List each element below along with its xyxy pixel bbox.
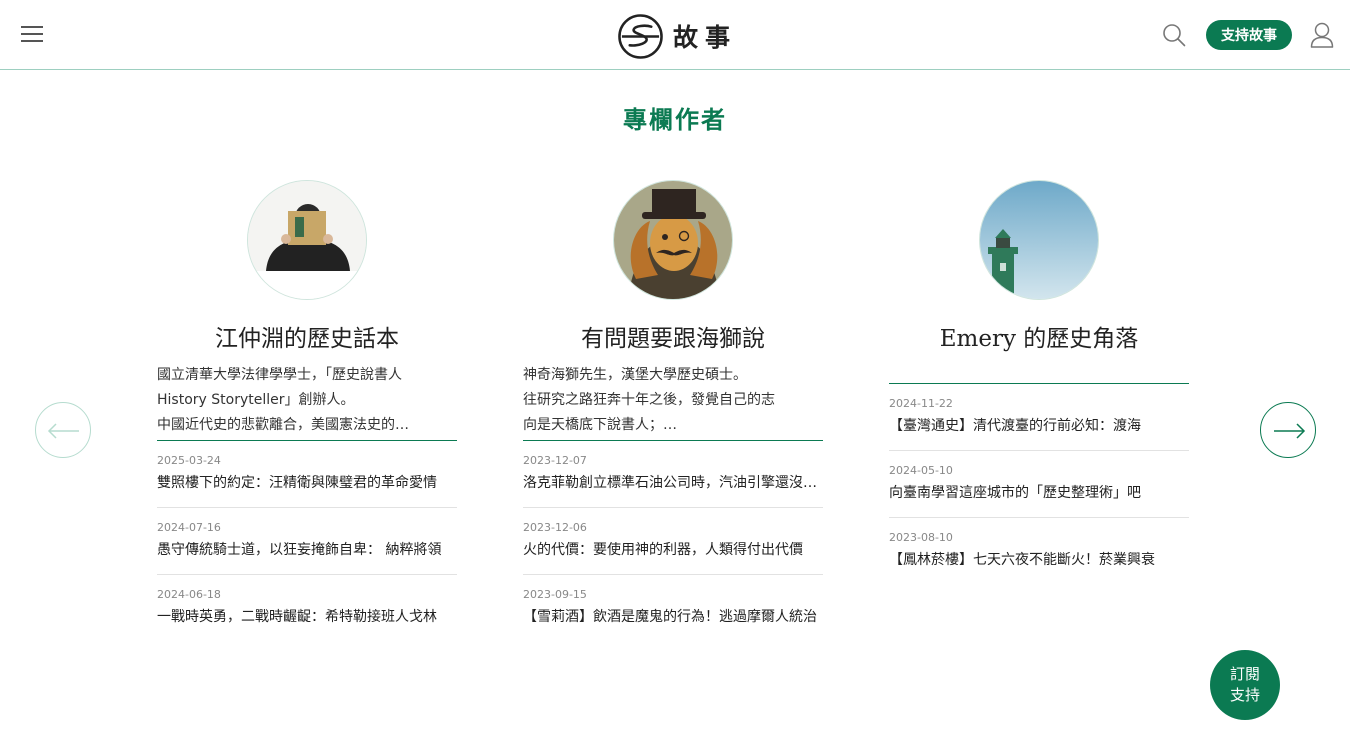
- article-headline[interactable]: 洛克菲勒創立標準石油公司時，汽油引擎還沒出現: [523, 472, 823, 492]
- article-item[interactable]: 2024-05-10 向臺南學習這座城市的「歷史整理術」吧: [889, 451, 1189, 518]
- author-illustration-sea-lion: [614, 181, 732, 299]
- author-photo-man-reading: [248, 181, 366, 299]
- article-headline[interactable]: 愚守傳統騎士道，以狂妄掩飾自卑： 納粹將領: [157, 539, 457, 559]
- carousel-prev-button[interactable]: [35, 402, 91, 458]
- article-item[interactable]: 2025-03-24 雙照樓下的約定：汪精衛與陳璧君的革命愛情: [157, 441, 457, 508]
- author-avatar[interactable]: [979, 180, 1099, 300]
- article-headline[interactable]: 向臺南學習這座城市的「歷史整理術」吧: [889, 482, 1189, 502]
- support-button[interactable]: 支持故事: [1206, 20, 1292, 50]
- site-header: 故事 支持故事: [0, 0, 1350, 70]
- bio-line: 中國近代史的悲歡離合，美國憲法史的…: [157, 417, 409, 433]
- arrow-right-icon: [1274, 423, 1306, 439]
- section-title: 專欄作者: [623, 105, 727, 134]
- article-headline[interactable]: 【鳳林菸樓】七天六夜不能斷火！菸業興衰: [889, 549, 1189, 569]
- bio-line: 神奇海獅先生，漢堡大學歷史碩士。: [523, 367, 747, 383]
- author-photo-lighthouse: [980, 181, 1098, 299]
- logo-text: 故事: [673, 23, 738, 52]
- article-headline[interactable]: 一戰時英勇，二戰時齷齪：希特勒接班人戈林: [157, 606, 457, 626]
- carousel-next-button[interactable]: [1260, 402, 1316, 458]
- bio-line: 國立清華大學法律學學士，「歷史說書人: [157, 367, 402, 383]
- author-column: 江仲淵的歷史話本 國立清華大學法律學學士，「歷史說書人 History Stor…: [157, 180, 457, 642]
- support-label: 支持: [1229, 686, 1260, 704]
- article-date: 2025-03-24: [157, 454, 221, 467]
- user-icon[interactable]: [1310, 22, 1334, 48]
- article-date: 2023-12-07: [523, 454, 587, 467]
- article-date: 2024-07-16: [157, 521, 221, 534]
- article-item[interactable]: 2024-07-16 愚守傳統騎士道，以狂妄掩飾自卑： 納粹將領: [157, 508, 457, 575]
- article-item[interactable]: 2024-06-18 一戰時英勇，二戰時齷齪：希特勒接班人戈林: [157, 575, 457, 642]
- article-date: 2023-12-06: [523, 521, 587, 534]
- article-date: 2023-09-15: [523, 588, 587, 601]
- article-headline[interactable]: 雙照樓下的約定：汪精衛與陳璧君的革命愛情: [157, 472, 457, 492]
- article-date: 2023-08-10: [889, 531, 953, 544]
- author-column: 有問題要跟海獅說 神奇海獅先生，漢堡大學歷史碩士。 往研究之路狂奔十年之後，發覺…: [523, 180, 823, 642]
- article-item[interactable]: 2024-11-22 【臺灣通史】清代渡臺的行前必知：渡海: [889, 384, 1189, 451]
- bio-line: History Storyteller」創辦人。: [157, 392, 355, 408]
- author-avatar[interactable]: [247, 180, 367, 300]
- article-item[interactable]: 2023-08-10 【鳳林菸樓】七天六夜不能斷火！菸業興衰: [889, 518, 1189, 585]
- author-avatar[interactable]: [613, 180, 733, 300]
- subscribe-support-button[interactable]: 訂閱 支持: [1210, 650, 1280, 720]
- article-date: 2024-05-10: [889, 464, 953, 477]
- bio-line: 往研究之路狂奔十年之後，發覺自己的志: [523, 392, 775, 408]
- search-icon[interactable]: [1162, 23, 1186, 47]
- article-item[interactable]: 2023-12-07 洛克菲勒創立標準石油公司時，汽油引擎還沒出現: [523, 441, 823, 508]
- subscribe-label: 訂閱: [1229, 665, 1260, 683]
- article-headline[interactable]: 【臺灣通史】清代渡臺的行前必知：渡海: [889, 415, 1189, 435]
- article-headline[interactable]: 火的代價：要使用神的利器，人類得付出代價: [523, 539, 823, 559]
- article-headline[interactable]: 【雪莉酒】飲酒是魔鬼的行為！逃過摩爾人統治: [523, 606, 823, 626]
- author-bio: 神奇海獅先生，漢堡大學歷史碩士。 往研究之路狂奔十年之後，發覺自己的志 向是天橋…: [523, 363, 823, 441]
- site-logo[interactable]: 故事: [618, 13, 737, 59]
- bio-line: 向是天橋底下說書人；…: [523, 417, 677, 433]
- arrow-left-icon: [47, 423, 79, 439]
- author-bio: 國立清華大學法律學學士，「歷史說書人 History Storyteller」創…: [157, 363, 457, 441]
- logo-mark-icon: [618, 13, 663, 59]
- hamburger-menu-icon[interactable]: [21, 26, 43, 43]
- column-title[interactable]: Emery 的歷史角落: [889, 319, 1189, 353]
- author-bio: [889, 363, 1189, 384]
- article-item[interactable]: 2023-12-06 火的代價：要使用神的利器，人類得付出代價: [523, 508, 823, 575]
- author-column: Emery 的歷史角落 2024-11-22 【臺灣通史】清代渡臺的行前必知：渡…: [889, 180, 1189, 585]
- column-title[interactable]: 有問題要跟海獅說: [523, 319, 823, 353]
- article-item[interactable]: 2023-09-15 【雪莉酒】飲酒是魔鬼的行為！逃過摩爾人統治: [523, 575, 823, 642]
- article-date: 2024-06-18: [157, 588, 221, 601]
- article-date: 2024-11-22: [889, 397, 953, 410]
- column-title[interactable]: 江仲淵的歷史話本: [157, 319, 457, 353]
